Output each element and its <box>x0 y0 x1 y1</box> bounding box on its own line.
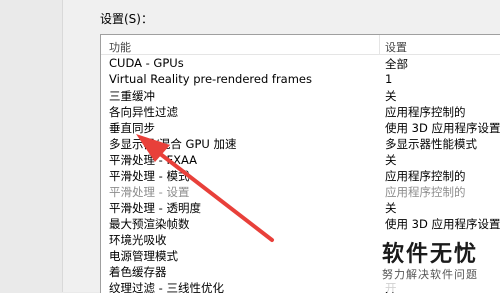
settings-row[interactable]: 三重缓冲 关 <box>101 87 500 103</box>
setting-value: 1 <box>385 72 393 86</box>
setting-value: 应用程序控制的 <box>385 105 466 119</box>
setting-value: 应用程序控制的 <box>385 185 466 199</box>
feature-name: 着色缓存器 <box>109 265 167 279</box>
list-header: 功能 设置 <box>101 35 500 55</box>
feature-name: Virtual Reality pre-rendered frames <box>109 72 313 86</box>
watermark-subtitle: 努力解决软件问题 <box>382 268 478 281</box>
settings-row[interactable]: 平滑处理 - 设置 应用程序控制的 <box>101 183 500 199</box>
feature-name: 垂直同步 <box>109 121 155 135</box>
settings-row[interactable]: 平滑处理 - FXAA 关 <box>101 151 500 167</box>
settings-row[interactable]: 各向异性过滤 应用程序控制的 <box>101 103 500 119</box>
setting-value: 全部 <box>385 57 408 71</box>
settings-row[interactable]: 平滑处理 - 透明度 关 <box>101 199 500 215</box>
setting-value: 多显示器性能模式 <box>385 137 477 151</box>
setting-value: 关 <box>385 201 397 215</box>
settings-row[interactable]: 平滑处理 - 模式 应用程序控制的 <box>101 167 500 183</box>
settings-row[interactable]: 多显示器/混合 GPU 加速 多显示器性能模式 <box>101 135 500 151</box>
feature-name: 最大预渲染帧数 <box>109 217 190 231</box>
settings-row[interactable]: 垂直同步 使用 3D 应用程序设置 <box>101 119 500 135</box>
feature-name: 纹理过滤 - 三线性优化 <box>109 281 224 293</box>
watermark-logo: 软件无忧 <box>382 242 479 267</box>
feature-name: 多显示器/混合 GPU 加速 <box>109 137 237 151</box>
feature-name: 环境光吸收 <box>109 233 167 247</box>
settings-row[interactable]: CUDA - GPUs 全部 <box>101 55 500 71</box>
feature-name: 各向异性过滤 <box>109 105 178 119</box>
settings-row[interactable]: 最大预渲染帧数 使用 3D 应用程序设置 <box>101 215 500 231</box>
column-header-setting[interactable]: 设置 <box>385 39 407 55</box>
feature-name: 平滑处理 - 透明度 <box>109 201 201 215</box>
feature-name: 平滑处理 - 设置 <box>109 185 190 199</box>
feature-name: 平滑处理 - 模式 <box>109 169 190 183</box>
setting-value: 使用 3D 应用程序设置 <box>385 121 500 135</box>
column-header-feature[interactable]: 功能 <box>109 39 131 55</box>
watermark: 软件无忧 努力解决软件问题 <box>378 234 500 292</box>
feature-name: CUDA - GPUs <box>109 56 184 70</box>
feature-name: 电源管理模式 <box>109 249 178 263</box>
feature-name: 三重缓冲 <box>109 89 155 103</box>
feature-name: 平滑处理 - FXAA <box>109 153 198 167</box>
column-divider[interactable] <box>379 35 380 54</box>
setting-value: 应用程序控制的 <box>385 169 466 183</box>
setting-value: 使用 3D 应用程序设置 <box>385 217 500 231</box>
settings-label: 设置(S)： <box>100 12 153 26</box>
setting-value: 关 <box>385 89 397 103</box>
setting-value: 关 <box>385 153 397 167</box>
settings-row[interactable]: Virtual Reality pre-rendered frames 1 <box>101 71 500 87</box>
